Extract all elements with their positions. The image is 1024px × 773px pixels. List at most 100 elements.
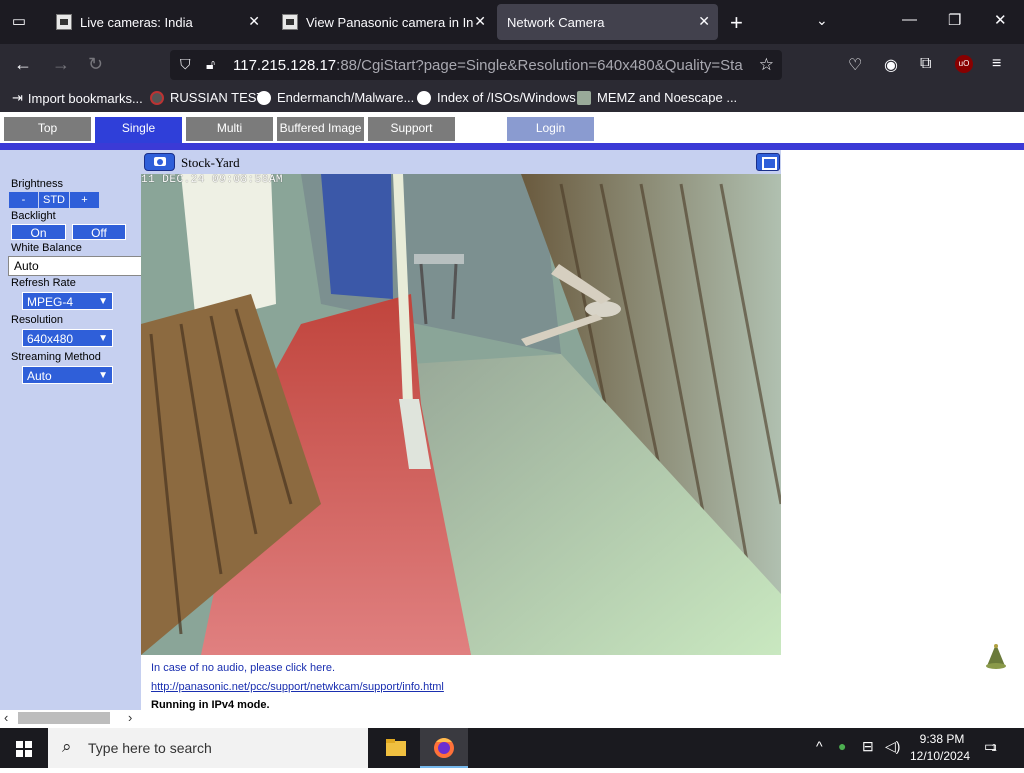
tab-view-panasonic[interactable]: View Panasonic camera in India ✕ <box>272 4 494 40</box>
menu-tab-single[interactable]: Single <box>95 117 182 145</box>
search-placeholder: Type here to search <box>88 740 212 756</box>
reload-icon[interactable]: ↻ <box>88 54 103 75</box>
scroll-right-icon[interactable]: › <box>128 710 132 725</box>
bookmarks-toolbar: ⇥ Import bookmarks... RUSSIAN TEST Ender… <box>0 86 1024 112</box>
notifications-icon[interactable]: ▭1 <box>984 738 997 755</box>
insecure-lock-icon[interactable]: 🔓︎ <box>206 56 215 73</box>
camera-menu-bar: Top Single Multi Buffered Image Support … <box>0 112 1024 145</box>
chevron-up-icon[interactable]: ^ <box>816 738 823 754</box>
chevron-down-icon: ▼ <box>98 333 108 344</box>
close-icon[interactable]: ✕ <box>248 13 260 30</box>
menu-tab-buffered-image[interactable]: Buffered Image <box>277 117 364 141</box>
forward-arrow-icon[interactable]: → <box>52 54 70 75</box>
bookmark-label: Index of /ISOs/Windows <box>437 90 576 105</box>
extensions-icon[interactable]: ⧉ <box>920 55 931 73</box>
new-tab-icon[interactable]: + <box>730 10 743 36</box>
camera-icon[interactable] <box>144 153 175 171</box>
camera-video-feed[interactable]: 11 DEC.24 09:08:58AM <box>141 174 781 655</box>
menu-tab-top[interactable]: Top <box>4 117 91 141</box>
file-explorer-icon[interactable] <box>372 728 420 768</box>
chevron-down-icon[interactable]: ⌄ <box>816 12 828 29</box>
tab-network-camera[interactable]: Network Camera ✕ <box>497 4 718 40</box>
close-icon[interactable]: ✕ <box>698 13 710 30</box>
windows-taskbar: ⌕ Type here to search ^ ● ⊟ ◁) 9:38 PM 1… <box>0 728 1024 768</box>
bookmark-favicon-icon <box>577 90 591 105</box>
browser-tab-bar: ▭ Live cameras: India ✕ View Panasonic c… <box>0 0 1024 44</box>
ipv4-status: Running in IPv4 mode. <box>151 699 270 711</box>
url-text[interactable]: 117.215.128.17:88/CgiStart?page=Single&R… <box>233 57 743 74</box>
refresh-rate-select[interactable]: MPEG-4 ▼ <box>22 292 113 310</box>
white-balance-label: White Balance <box>11 242 82 254</box>
menu-tab-multi[interactable]: Multi <box>186 117 273 141</box>
camera-info-area: In case of no audio, please click here. … <box>141 655 1024 728</box>
resolution-select[interactable]: 640x480 ▼ <box>22 329 113 347</box>
minimize-icon[interactable]: — <box>902 11 917 28</box>
google-icon <box>417 90 431 105</box>
camera-main-area: Stock-Yard 11 DEC.24 09:08:58AM In case … <box>141 150 1024 728</box>
url-host: 117.215.128.17 <box>233 57 337 74</box>
bookmark-russian-test[interactable]: RUSSIAN TEST <box>150 90 264 105</box>
user-status-icon[interactable]: ● <box>838 738 846 754</box>
camera-timestamp: 11 DEC.24 09:08:58AM <box>141 174 284 186</box>
camera-scene-image <box>141 174 781 655</box>
resolution-label: Resolution <box>11 314 63 326</box>
bookmark-isos[interactable]: Index of /ISOs/Windows <box>417 90 576 105</box>
backlight-on-button[interactable]: On <box>11 224 66 240</box>
restore-icon[interactable]: ❐ <box>948 11 961 29</box>
bookmark-label: MEMZ and Noescape ... <box>597 90 738 105</box>
shield-icon[interactable]: ⛉ <box>180 56 191 73</box>
url-bar[interactable]: ⛉ 🔓︎ 117.215.128.17:88/CgiStart?page=Sin… <box>170 50 782 80</box>
bookmark-favicon-icon <box>150 90 164 105</box>
bookmark-memz[interactable]: MEMZ and Noescape ... <box>577 90 737 105</box>
backlight-off-button[interactable]: Off <box>72 224 126 240</box>
bookmark-import[interactable]: ⇥ Import bookmarks... <box>12 90 143 106</box>
scroll-left-icon[interactable]: ‹ <box>4 710 8 725</box>
backlight-label: Backlight <box>11 210 56 222</box>
brightness-plus-button[interactable]: + <box>70 192 99 208</box>
network-icon[interactable]: ⊟ <box>862 738 874 755</box>
white-balance-select[interactable]: Auto <box>8 256 142 276</box>
tab-list-icon[interactable]: ▭ <box>8 12 30 32</box>
no-audio-link[interactable]: In case of no audio, please click here. <box>151 662 335 674</box>
menu-tab-support[interactable]: Support <box>368 117 455 141</box>
menu-tab-login[interactable]: Login <box>507 117 594 141</box>
windows-start-icon[interactable] <box>0 728 48 768</box>
brightness-std-button[interactable]: STD <box>39 192 69 208</box>
bell-icon <box>986 644 1006 669</box>
close-icon[interactable]: ✕ <box>474 13 486 30</box>
streaming-method-select[interactable]: Auto ▼ <box>22 366 113 384</box>
navigation-bar: ← → ↻ ⛉ 🔓︎ 117.215.128.17:88/CgiStart?pa… <box>0 44 1024 86</box>
ublock-origin-icon[interactable]: uO <box>955 55 973 73</box>
firefox-icon[interactable] <box>420 728 468 768</box>
notification-count: 1 <box>991 743 997 754</box>
import-icon: ⇥ <box>12 90 23 105</box>
window-close-icon[interactable]: ✕ <box>994 11 1007 29</box>
tab-live-cameras[interactable]: Live cameras: India ✕ <box>46 4 268 40</box>
tab-title: Live cameras: India <box>80 14 193 30</box>
bookmark-star-icon[interactable]: ☆ <box>759 55 774 75</box>
camera-title: Stock-Yard <box>181 155 240 170</box>
scrollbar-thumb[interactable] <box>18 712 110 724</box>
google-icon <box>257 90 271 105</box>
volume-icon[interactable]: ◁) <box>885 738 900 755</box>
menu-divider <box>0 143 1024 150</box>
pocket-icon[interactable]: ♡ <box>848 55 862 75</box>
clock-date[interactable]: 12/10/2024 <box>908 749 972 763</box>
brightness-minus-button[interactable]: - <box>9 192 38 208</box>
fullscreen-icon[interactable] <box>756 153 780 171</box>
clock-time[interactable]: 9:38 PM <box>912 732 972 746</box>
back-arrow-icon[interactable]: ← <box>14 54 32 75</box>
taskbar-search-box[interactable]: ⌕ Type here to search <box>48 728 368 768</box>
menu-icon[interactable]: ≡ <box>992 55 1001 73</box>
brightness-label: Brightness <box>11 178 63 190</box>
url-path: :88/CgiStart?page=Single&Resolution=640x… <box>336 57 743 74</box>
web-page: Top Single Multi Buffered Image Support … <box>0 112 1024 728</box>
horizontal-scrollbar[interactable]: ‹ › <box>0 710 141 728</box>
resolution-value: 640x480 <box>27 332 74 346</box>
bookmark-endermanch[interactable]: Endermanch/Malware... <box>257 90 414 105</box>
tab-title: View Panasonic camera in India <box>306 14 474 30</box>
camera-control-panel: Brightness - STD + Backlight On Off Whit… <box>0 150 142 728</box>
account-icon[interactable]: ◉ <box>884 55 898 75</box>
favicon-icon <box>282 14 298 30</box>
support-link[interactable]: http://panasonic.net/pcc/support/netwkca… <box>151 681 444 693</box>
